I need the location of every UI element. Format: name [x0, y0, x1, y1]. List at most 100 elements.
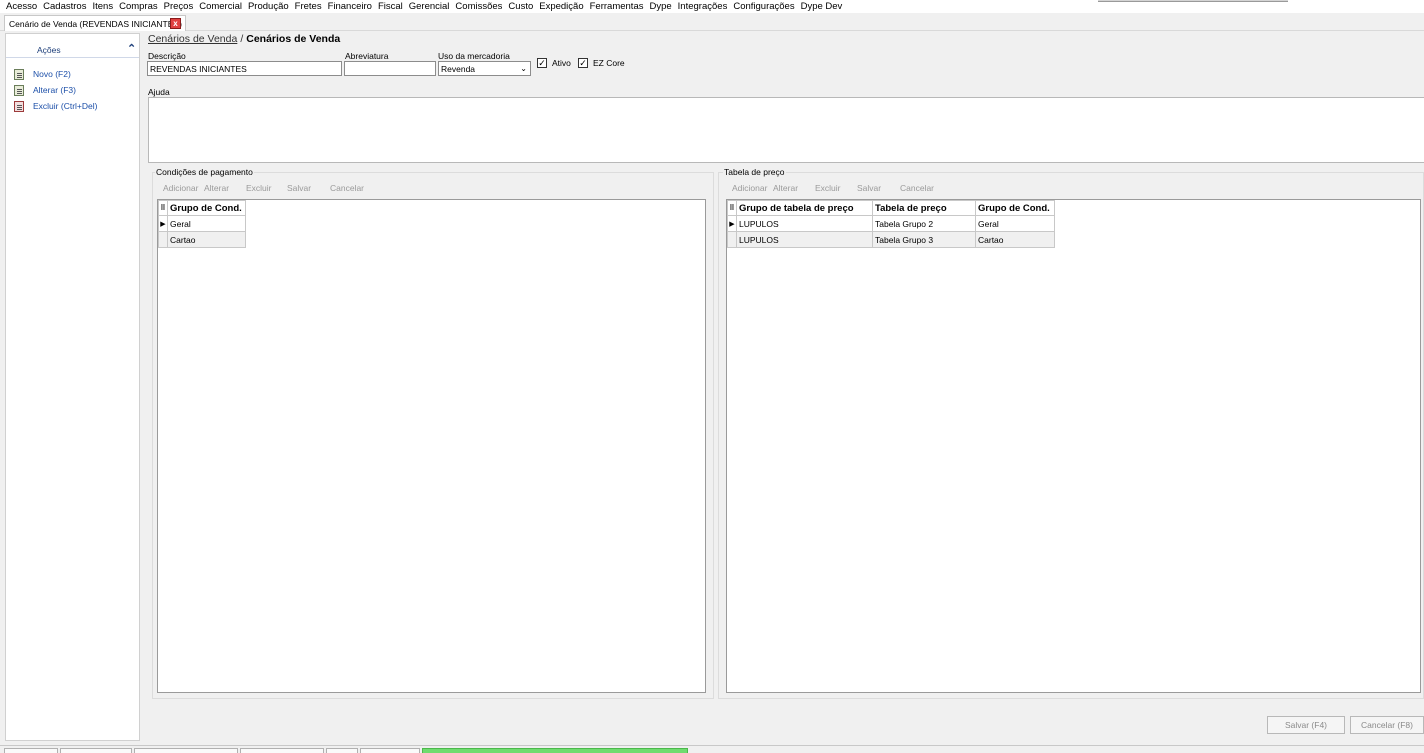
abreviatura-label: Abreviatura — [345, 51, 389, 61]
task-tab[interactable] — [4, 748, 58, 753]
condicoes-title: Condições de pagamento — [155, 167, 254, 177]
save-button[interactable]: Salvar (F4) — [1267, 716, 1345, 734]
column-header[interactable]: Tabela de preço — [872, 200, 976, 216]
ezcore-checkbox[interactable]: ✓ EZ Core — [578, 58, 625, 68]
menu-item-18[interactable]: Dype Dev — [801, 1, 843, 13]
condicoes-salvar-button[interactable]: Salvar — [287, 183, 330, 193]
table-row[interactable]: ▶ LUPULOS Tabela Grupo 2 Geral — [727, 215, 1055, 232]
actions-header-label: Ações — [37, 45, 61, 55]
breadcrumb-parent-link[interactable]: Cenários de Venda — [148, 33, 237, 45]
menu-item-16[interactable]: Integrações — [678, 1, 728, 13]
menu-item-4[interactable]: Preços — [164, 1, 194, 13]
task-tab-active[interactable] — [422, 748, 688, 753]
menu-item-9[interactable]: Fiscal — [378, 1, 403, 13]
chevron-up-icon[interactable]: ⌃ — [127, 42, 136, 55]
menu-item-1[interactable]: Cadastros — [43, 1, 86, 13]
task-tab[interactable] — [360, 748, 420, 753]
task-tab[interactable] — [326, 748, 358, 753]
action-alterar[interactable]: Alterar (F3) — [14, 84, 76, 96]
ajuda-label: Ajuda — [148, 87, 170, 97]
page-title: Cenários de Venda — [246, 33, 341, 45]
descricao-label: Descrição — [148, 51, 186, 61]
breadcrumb-separator: / — [240, 33, 244, 45]
checkmark-icon: ✓ — [578, 58, 588, 68]
table-cell[interactable]: Tabela Grupo 3 — [872, 231, 976, 248]
menu-item-8[interactable]: Financeiro — [328, 1, 372, 13]
menu-item-12[interactable]: Custo — [508, 1, 533, 13]
action-novo[interactable]: Novo (F2) — [14, 68, 71, 80]
document-tab[interactable]: Cenário de Venda (REVENDAS INICIANTES) x — [4, 15, 186, 31]
column-header[interactable]: Grupo de Cond. — [167, 200, 246, 216]
menu-item-15[interactable]: Dype — [649, 1, 671, 13]
tabela-adicionar-button[interactable]: Adicionar — [732, 183, 773, 193]
table-cell[interactable]: LUPULOS — [736, 231, 873, 248]
document-tab-strip: Cenário de Venda (REVENDAS INICIANTES) x — [0, 13, 1424, 31]
ezcore-label: EZ Core — [593, 58, 625, 68]
new-document-icon — [14, 68, 24, 80]
table-row[interactable]: Cartao — [158, 231, 246, 248]
table-cell[interactable]: Tabela Grupo 2 — [872, 215, 976, 232]
condicoes-grid[interactable]: ⠿ Grupo de Cond. ▶ Geral Cartao — [157, 199, 706, 693]
uso-mercadoria-value: Revenda — [441, 64, 476, 74]
cancel-button[interactable]: Cancelar (F8) — [1350, 716, 1424, 734]
table-row[interactable]: LUPULOS Tabela Grupo 3 Cartao — [727, 231, 1055, 248]
task-tab[interactable] — [134, 748, 238, 753]
menu-item-7[interactable]: Fretes — [295, 1, 322, 13]
tabela-toolbar: Adicionar Alterar Excluir Salvar Cancela… — [732, 183, 934, 193]
condicoes-table: ⠿ Grupo de Cond. ▶ Geral Cartao — [158, 200, 246, 248]
table-header-row: ⠿ Grupo de Cond. — [158, 200, 246, 216]
menu-item-13[interactable]: Expedição — [539, 1, 583, 13]
abreviatura-field[interactable] — [344, 61, 436, 76]
menu-item-14[interactable]: Ferramentas — [590, 1, 644, 13]
column-header[interactable]: Grupo de tabela de preço — [736, 200, 873, 216]
chevron-down-icon: ⌄ — [520, 64, 527, 73]
menu-item-10[interactable]: Gerencial — [409, 1, 450, 13]
column-chooser-icon[interactable]: ⠿ — [727, 200, 737, 216]
action-excluir-label: Excluir (Ctrl+Del) — [33, 101, 98, 111]
table-cell[interactable]: Geral — [975, 215, 1055, 232]
condicoes-excluir-button[interactable]: Excluir — [246, 183, 287, 193]
menu-item-17[interactable]: Configurações — [733, 1, 794, 13]
column-header[interactable]: Grupo de Cond. — [975, 200, 1055, 216]
condicoes-alterar-button[interactable]: Alterar — [204, 183, 246, 193]
table-header-row: ⠿ Grupo de tabela de preço Tabela de pre… — [727, 200, 1055, 216]
ativo-label: Ativo — [552, 58, 571, 68]
table-cell[interactable]: Cartao — [167, 231, 246, 248]
ajuda-textarea[interactable] — [148, 97, 1424, 163]
table-row[interactable]: ▶ Geral — [158, 215, 246, 232]
menu-item-3[interactable]: Compras — [119, 1, 158, 13]
delete-document-icon — [14, 100, 24, 112]
menu-item-0[interactable]: Acesso — [6, 1, 37, 13]
tabela-cancelar-button[interactable]: Cancelar — [900, 183, 934, 193]
column-chooser-icon[interactable]: ⠿ — [158, 200, 168, 216]
tabela-excluir-button[interactable]: Excluir — [815, 183, 857, 193]
window-task-strip — [0, 745, 1424, 753]
tabela-grid[interactable]: ⠿ Grupo de tabela de preço Tabela de pre… — [726, 199, 1421, 693]
menu-item-11[interactable]: Comissões — [455, 1, 502, 13]
table-cell[interactable]: Cartao — [975, 231, 1055, 248]
checkmark-icon: ✓ — [537, 58, 547, 68]
condicoes-adicionar-button[interactable]: Adicionar — [163, 183, 204, 193]
table-cell[interactable]: LUPULOS — [736, 215, 873, 232]
actions-sidebar: Ações ⌃ Novo (F2) Alterar (F3) Excluir (… — [5, 33, 140, 741]
tabela-alterar-button[interactable]: Alterar — [773, 183, 815, 193]
close-icon[interactable]: x — [170, 18, 181, 29]
menu-item-5[interactable]: Comercial — [199, 1, 242, 13]
ativo-checkbox[interactable]: ✓ Ativo — [537, 58, 571, 68]
menu-item-6[interactable]: Produção — [248, 1, 289, 13]
task-tab[interactable] — [60, 748, 132, 753]
task-tab[interactable] — [240, 748, 324, 753]
row-indicator-icon: ▶ — [727, 215, 737, 232]
row-indicator — [727, 231, 737, 248]
action-alterar-label: Alterar (F3) — [33, 85, 76, 95]
menu-item-2[interactable]: Itens — [92, 1, 113, 13]
table-cell[interactable]: Geral — [167, 215, 246, 232]
tabela-table: ⠿ Grupo de tabela de preço Tabela de pre… — [727, 200, 1055, 248]
row-indicator-icon: ▶ — [158, 215, 168, 232]
condicoes-cancelar-button[interactable]: Cancelar — [330, 183, 364, 193]
tabela-salvar-button[interactable]: Salvar — [857, 183, 900, 193]
uso-mercadoria-select[interactable]: Revenda ⌄ — [438, 61, 531, 76]
actions-header[interactable]: Ações ⌃ — [6, 40, 139, 58]
action-excluir[interactable]: Excluir (Ctrl+Del) — [14, 100, 97, 112]
descricao-field[interactable]: REVENDAS INICIANTES — [147, 61, 342, 76]
